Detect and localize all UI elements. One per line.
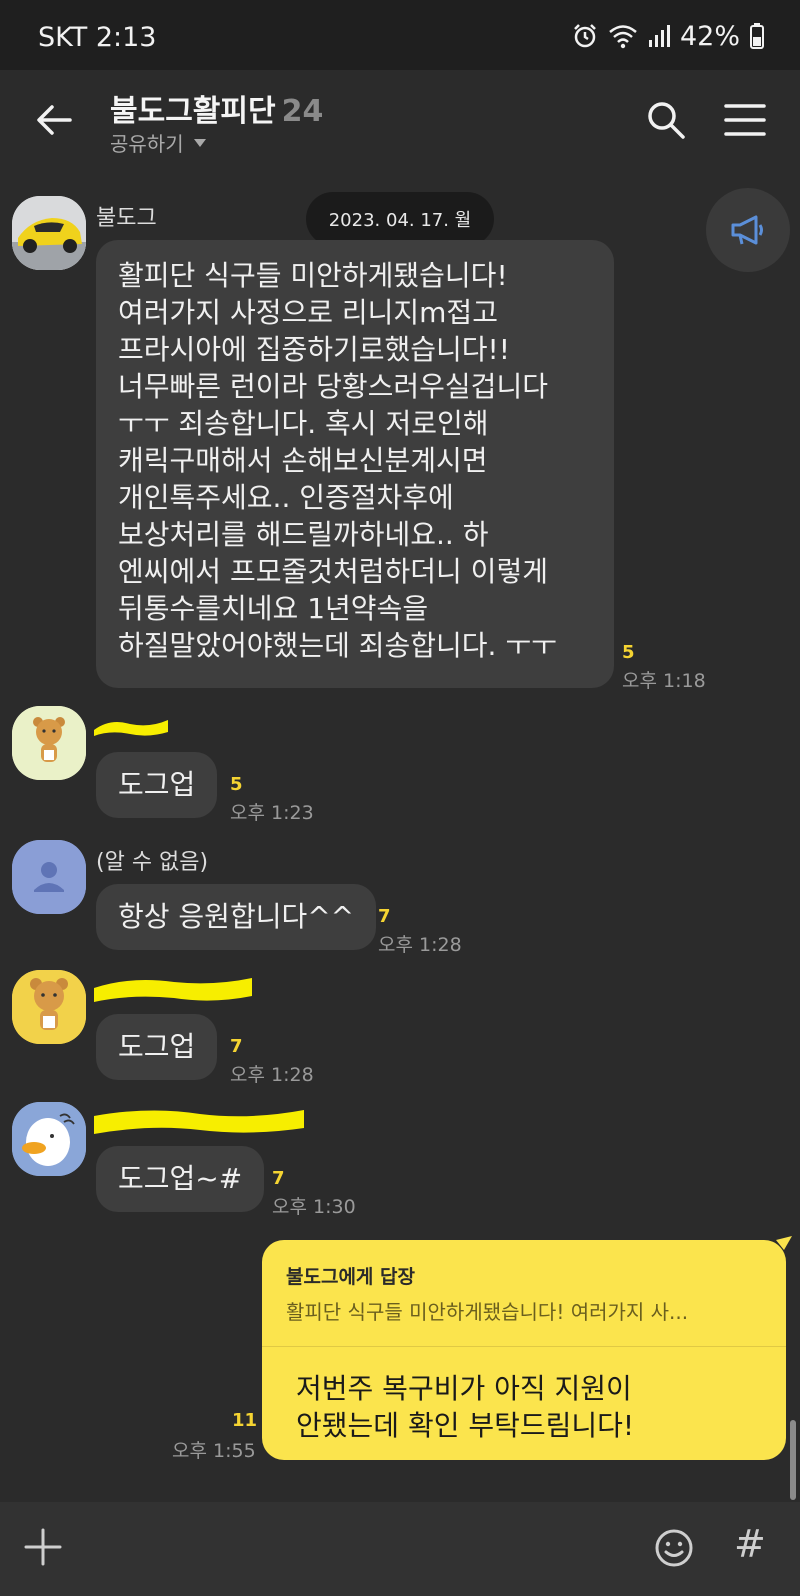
message-bubble[interactable]: 도그업 <box>96 1014 218 1080</box>
message-time: 오후 1:30 <box>272 1196 356 1218</box>
battery-icon <box>750 23 764 49</box>
search-icon[interactable] <box>646 100 686 140</box>
menu-icon[interactable] <box>724 102 766 138</box>
scrollbar[interactable] <box>790 1420 796 1500</box>
wifi-icon <box>609 25 637 49</box>
message-line: 저번주 복구비가 아직 지원이 <box>296 1372 632 1405</box>
duck-character-icon <box>12 1102 86 1176</box>
unread-count: 7 <box>272 1168 285 1189</box>
chat-title[interactable]: 불도그활피단 24 <box>110 86 323 130</box>
hash-icon[interactable]: # <box>734 1522 766 1566</box>
message-time: 오후 1:18 <box>622 670 706 692</box>
message-line: 안됐는데 확인 부탁드림니다! <box>296 1409 635 1442</box>
bear-character-icon <box>12 970 86 1044</box>
chat-header: 불도그활피단 24 공유하기 <box>0 70 800 178</box>
avatar-unknown[interactable] <box>12 840 86 914</box>
message-line: 보상처리를 해드릴까하네요.. 하 <box>118 518 489 551</box>
unread-count: 7 <box>230 1036 243 1057</box>
avatar-bulldog[interactable] <box>12 196 86 270</box>
message-line: 캐릭구매해서 손해보신분계시면 <box>118 444 488 477</box>
date-divider: 2023. 04. 17. 월 <box>306 192 494 246</box>
plus-icon[interactable] <box>24 1528 62 1566</box>
battery-percent: 42% <box>679 20 740 52</box>
avatar-ryan-1[interactable] <box>12 706 86 780</box>
redaction-mark <box>94 1110 304 1134</box>
share-dropdown[interactable]: 공유하기 <box>110 128 206 157</box>
reply-message: 저번주 복구비가 아직 지원이 안됐는데 확인 부탁드림니다! <box>296 1370 634 1444</box>
reply-target-label: 불도그에게 답장 <box>286 1266 415 1288</box>
message-line: 개인톡주세요.. 인증절차후에 <box>118 481 454 514</box>
message-bubble[interactable]: 항상 응원합니다^^ <box>96 884 377 950</box>
message-line: 하질말았어야했는데 죄송합니다. ㅜㅜ <box>118 629 557 662</box>
redaction-mark <box>94 720 168 736</box>
chat-room-name: 불도그활피단 <box>110 94 276 129</box>
sender-name: (알 수 없음) <box>96 850 209 875</box>
back-arrow-icon[interactable] <box>34 100 74 140</box>
message-line: 뒤통수를치네요 1년약속을 <box>118 592 429 625</box>
message-line: 너무빠른 런이라 당황스러우실겁니다 <box>118 370 548 403</box>
megaphone-icon <box>731 215 763 245</box>
default-person-icon <box>12 840 86 914</box>
message-time: 오후 1:28 <box>378 934 462 956</box>
car-photo-icon <box>12 196 86 270</box>
my-reply-bubble[interactable]: 불도그에게 답장 활피단 식구들 미안하게됐습니다! 여러가지 사... 저번주… <box>262 1240 786 1460</box>
redaction-mark <box>94 978 252 1002</box>
status-icons: 42% <box>572 20 764 52</box>
message-line: 활피단 식구들 미안하게됐습니다! <box>118 259 508 292</box>
avatar-ryan-2[interactable] <box>12 970 86 1044</box>
alarm-icon <box>574 24 596 48</box>
message-line: ㅜㅜ 죄송합니다. 혹시 저로인해 <box>118 407 489 440</box>
input-bar: # <box>0 1502 800 1596</box>
message-time: 오후 1:23 <box>230 802 314 824</box>
status-bar: SKT 2:13 42% <box>0 0 800 70</box>
message-time: 오후 1:55 <box>172 1440 256 1462</box>
reply-divider <box>262 1346 786 1347</box>
member-count: 24 <box>281 94 324 129</box>
unread-count: 5 <box>230 774 243 795</box>
notice-button[interactable] <box>706 188 790 272</box>
status-carrier-time: SKT 2:13 <box>38 22 157 53</box>
message-line: 엔씨에서 프모줄것처럼하더니 이렇게 <box>118 555 548 588</box>
quoted-message[interactable]: 활피단 식구들 미안하게됐습니다! 여러가지 사... <box>286 1296 774 1325</box>
emoji-icon[interactable] <box>654 1528 694 1568</box>
signal-icon <box>648 25 670 47</box>
message-line: 여러가지 사정으로 리니지m접고 <box>118 296 498 329</box>
dropdown-caret-icon <box>193 138 206 147</box>
bear-character-icon <box>12 706 86 780</box>
message-bubble[interactable]: 도그업 <box>96 752 218 818</box>
unread-count: 11 <box>232 1410 258 1431</box>
message-bubble-announcement[interactable]: 활피단 식구들 미안하게됐습니다! 여러가지 사정으로 리니지m접고 프라시아에… <box>96 240 614 688</box>
share-label: 공유하기 <box>110 132 184 156</box>
sender-name: 불도그 <box>96 206 157 231</box>
unread-count: 7 <box>378 906 391 927</box>
message-line: 프라시아에 집중하기로했습니다!! <box>118 333 510 366</box>
avatar-duck[interactable] <box>12 1102 86 1176</box>
message-bubble[interactable]: 도그업~# <box>96 1146 265 1212</box>
unread-count: 5 <box>622 642 635 663</box>
bubble-tail <box>776 1236 792 1250</box>
message-time: 오후 1:28 <box>230 1064 314 1086</box>
